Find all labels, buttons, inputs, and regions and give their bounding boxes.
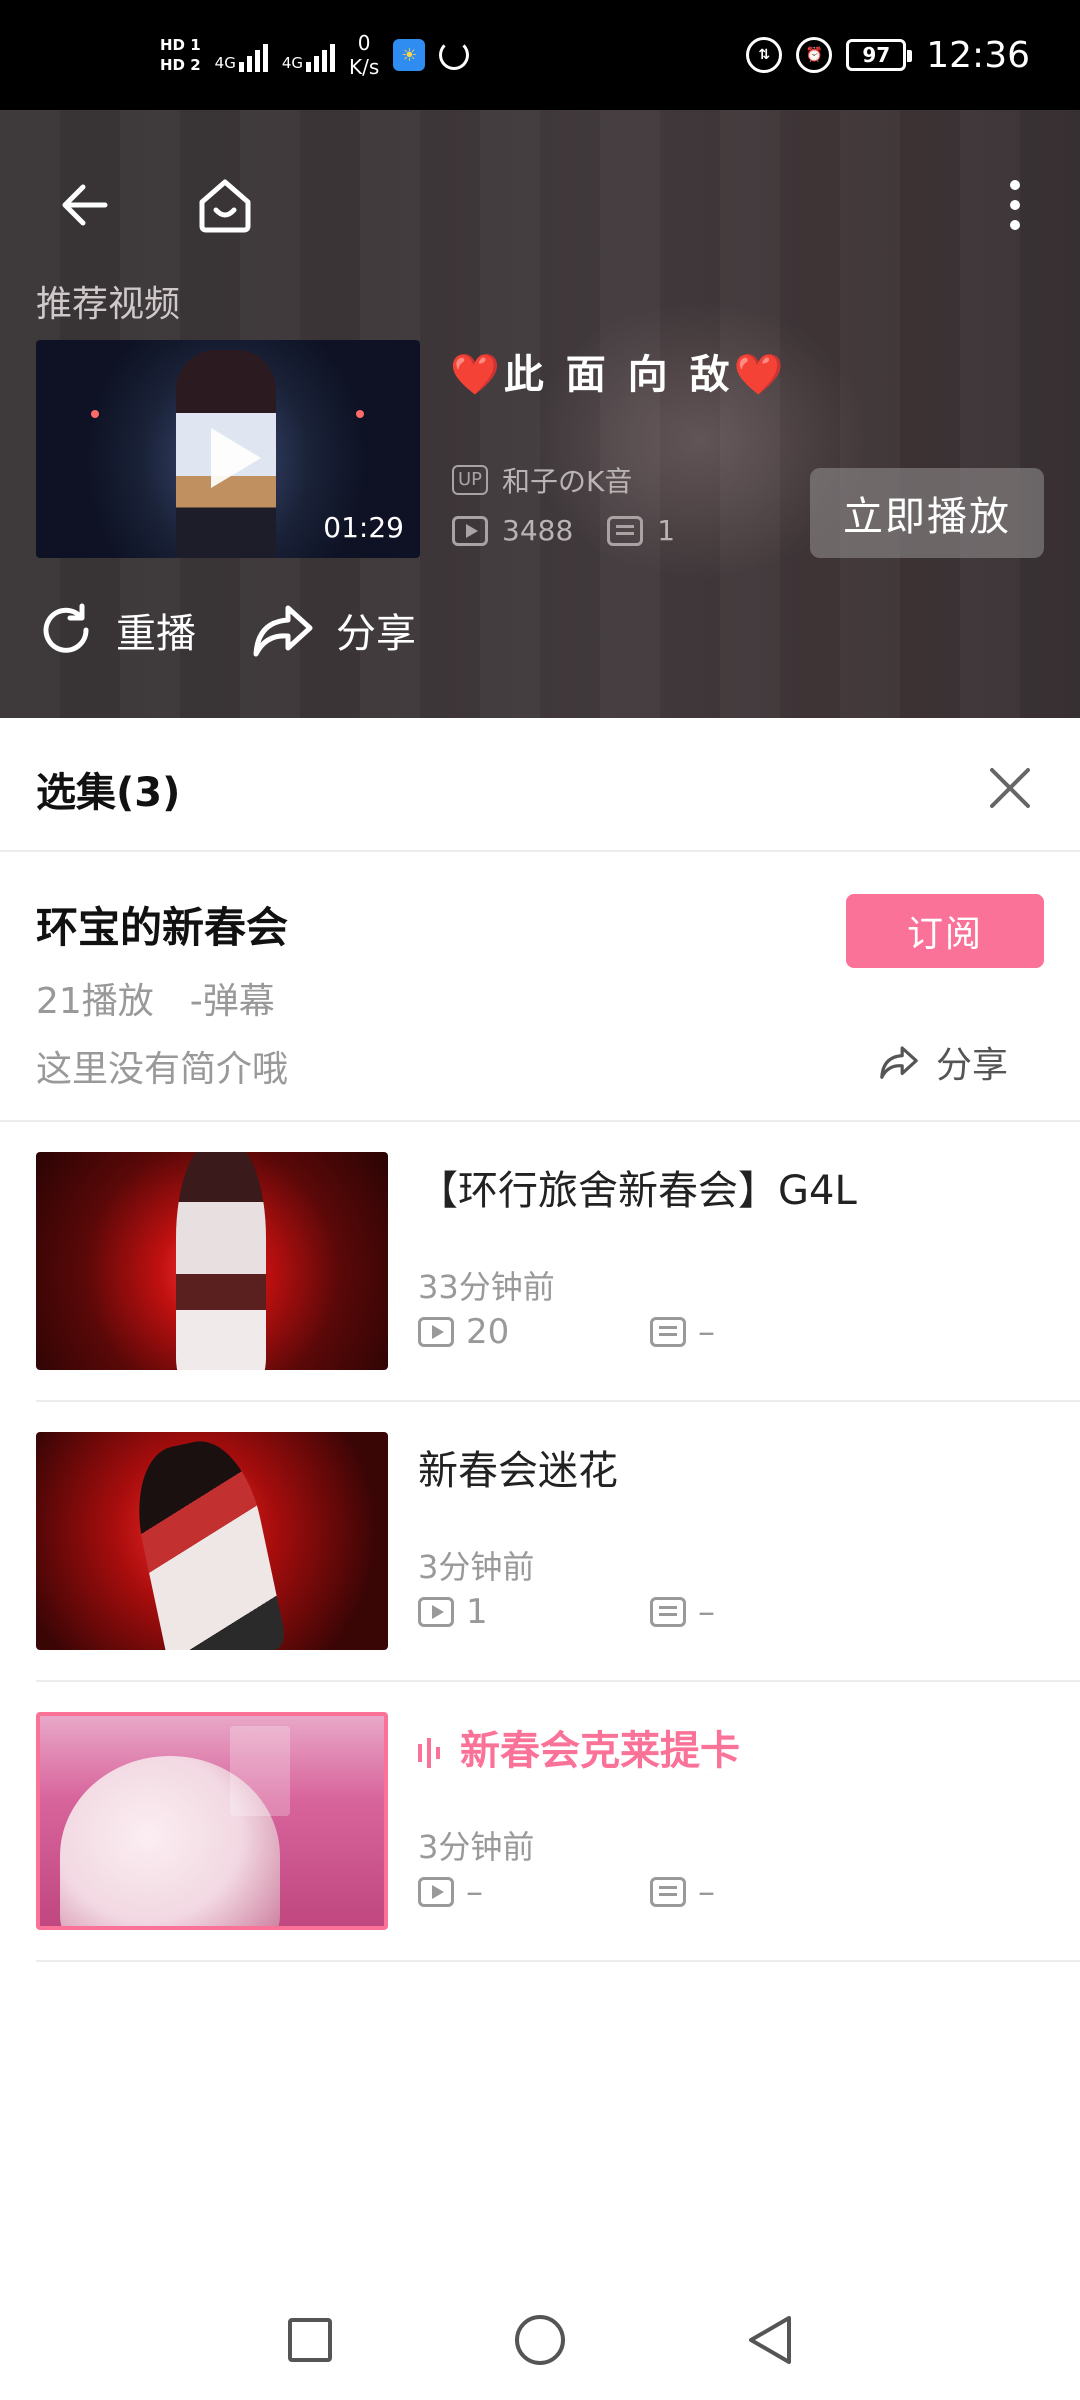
play-count: 3488 [502, 514, 574, 547]
system-nav-bar [0, 2278, 1080, 2400]
collection-name: 环宝的新春会 [36, 903, 289, 952]
replay-button[interactable]: 重播 [36, 600, 196, 660]
share-icon [253, 605, 313, 657]
arrow-left-icon [62, 184, 108, 226]
uploader-name: 和子のK音 [502, 465, 633, 498]
share-label: 分享 [336, 611, 416, 657]
network-speed: 0 K/s [349, 31, 379, 79]
battery-icon: 97 [846, 39, 913, 71]
episode-thumbnail [36, 1712, 388, 1930]
episode-time: 3分钟前 [418, 1548, 535, 1586]
recommended-video-title[interactable]: ❤️此 面 向 敌❤️ [450, 342, 787, 400]
episodes-panel: 选集(3) 环宝的新春会 21播放 -弹幕 这里没有简介哦 订阅 分享 【环行旅… [0, 718, 1080, 2278]
play-now-button[interactable]: 立即播放 [810, 468, 1044, 558]
episodes-title: 选集(3) [36, 770, 181, 816]
recents-button[interactable] [272, 2302, 348, 2378]
collection-info: 环宝的新春会 21播放 -弹幕 这里没有简介哦 订阅 分享 [0, 852, 1080, 1122]
data-saver-icon: ⇅ [746, 37, 783, 73]
danmaku-icon [650, 1317, 686, 1347]
circle-icon [515, 2315, 565, 2365]
danmaku-icon [650, 1877, 686, 1907]
signal-2-icon: 4G [281, 38, 336, 72]
net2-label: 4G [281, 54, 304, 72]
episode-stats: 20 – [418, 1312, 882, 1352]
up-badge-icon: UP [452, 465, 489, 495]
alarm-icon: ⏰ [796, 37, 833, 73]
episode-time: 3分钟前 [418, 1828, 535, 1866]
battery-level: 97 [862, 43, 891, 67]
video-stats-row: 3488 1 [452, 514, 675, 547]
weather-app-icon: ☀ [393, 39, 426, 71]
episode-title: 【环行旅舍新春会】G4L [418, 1168, 857, 1214]
episode-play-count: – [466, 1872, 483, 1912]
player-top-bar [0, 110, 1080, 280]
episode-danmaku-count: – [698, 1312, 715, 1352]
replay-icon [43, 603, 89, 653]
recommended-video-thumbnail[interactable]: 01:29 [36, 340, 420, 558]
episodes-header: 选集(3) [0, 718, 1080, 852]
status-right: ⇅ ⏰ 97 12:36 [746, 30, 1030, 80]
home-button[interactable] [180, 160, 270, 250]
hd-indicator: HD 1 HD 2 [160, 35, 201, 75]
more-vertical-icon [1010, 180, 1020, 230]
speed-unit: K/s [349, 55, 380, 79]
collection-share-button[interactable]: 分享 [878, 1036, 1008, 1088]
play-count-icon [418, 1597, 454, 1627]
video-duration: 01:29 [323, 511, 404, 544]
play-count-icon [418, 1317, 454, 1347]
back-nav-button[interactable] [732, 2302, 808, 2378]
uploader-row: UP 和子のK音 [452, 460, 632, 500]
episode-play-count: 1 [466, 1592, 488, 1632]
share-button[interactable]: 分享 [250, 600, 416, 660]
back-button[interactable] [40, 160, 130, 250]
close-button[interactable] [980, 758, 1040, 818]
episode-thumbnail [36, 1152, 388, 1370]
danmaku-icon [607, 515, 644, 546]
episode-title-text: 新春会克莱提卡 [460, 1728, 740, 1774]
episode-item[interactable]: 【环行旅舍新春会】G4L 33分钟前 20 – [0, 1122, 1080, 1402]
status-bar: HD 1 HD 2 4G 4G 0 K/s ☀ ⇅ ⏰ 97 12:36 [0, 0, 1080, 110]
replay-label: 重播 [116, 611, 196, 657]
episode-play-count: 20 [466, 1312, 510, 1352]
episode-title: 新春会迷花 [418, 1448, 618, 1494]
clock: 12:36 [926, 34, 1030, 76]
net1-label: 4G [214, 54, 236, 72]
episode-thumbnail [36, 1432, 388, 1650]
square-icon [288, 2318, 332, 2362]
collection-share-label: 分享 [936, 1045, 1009, 1086]
speed-value: 0 [357, 31, 371, 55]
episode-item-current[interactable]: 新春会克莱提卡 3分钟前 – – [0, 1682, 1080, 1962]
episode-time: 33分钟前 [418, 1268, 555, 1306]
home-icon [199, 179, 251, 233]
status-left: HD 1 HD 2 4G 4G 0 K/s ☀ [160, 30, 470, 80]
episode-stats: 1 – [418, 1592, 882, 1632]
episode-danmaku-count: – [698, 1592, 715, 1632]
episode-stats: – – [418, 1872, 882, 1912]
close-icon [990, 768, 1030, 808]
home-nav-button[interactable] [502, 2302, 578, 2378]
triangle-back-icon [749, 2316, 791, 2364]
video-end-overlay: 推荐视频 01:29 ❤️此 面 向 敌❤️ UP 和子のK音 3488 1 立… [0, 110, 1080, 718]
collection-stats: 21播放 -弹幕 [36, 981, 275, 1022]
play-count-icon [452, 515, 488, 546]
hd1-label: HD 1 [160, 36, 201, 54]
signal-1-icon: 4G [215, 38, 268, 72]
hd2-label: HD 2 [160, 56, 201, 74]
episode-title-current: 新春会克莱提卡 [418, 1718, 740, 1776]
more-button[interactable] [980, 160, 1050, 250]
play-count-icon [418, 1877, 454, 1907]
episode-item[interactable]: 新春会迷花 3分钟前 1 – [0, 1402, 1080, 1682]
subscribe-button[interactable]: 订阅 [846, 894, 1044, 968]
share-icon [880, 1046, 918, 1079]
danmaku-icon [650, 1597, 686, 1627]
danmaku-count: 1 [657, 514, 676, 547]
now-playing-icon [418, 1736, 440, 1770]
play-icon [211, 428, 261, 488]
loading-ring-icon [439, 40, 470, 70]
recommended-label: 推荐视频 [36, 284, 181, 325]
collection-description: 这里没有简介哦 [36, 1049, 289, 1090]
episode-danmaku-count: – [698, 1872, 715, 1912]
